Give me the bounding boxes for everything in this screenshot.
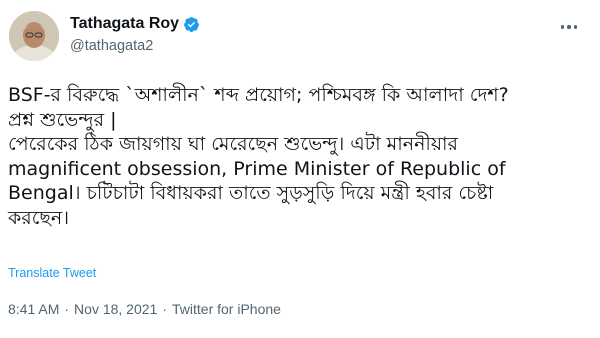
author-name[interactable]: Tathagata Roy (70, 15, 179, 33)
translate-tweet-link[interactable]: Translate Tweet (8, 266, 96, 280)
meta-separator: · (64, 301, 70, 317)
tweet-metadata: 8:41 AM · Nov 18, 2021 · Twitter for iPh… (8, 301, 281, 317)
tweet-line: BSF-র বিরুদ্ধে `অশালীন` শব্দ প্রয়োগ; পশ… (8, 84, 509, 106)
tweet-line: magnificent obsession, Prime Minister of… (8, 157, 506, 180)
tweet-line: Bengal। চটিচাটা বিধায়করা তাতে সুড়সুড়ি… (8, 182, 494, 204)
avatar-image (9, 11, 59, 61)
more-options-icon[interactable] (556, 18, 582, 36)
author-handle[interactable]: @tathagata2 (70, 38, 153, 54)
meta-separator: · (162, 301, 168, 317)
tweet-time[interactable]: 8:41 AM (8, 301, 59, 317)
author-name-row: Tathagata Roy (70, 15, 200, 33)
author-avatar[interactable] (9, 11, 59, 61)
tweet-line: প্রশ্ন শুভেন্দুর | (8, 108, 117, 131)
tweet-text: BSF-র বিরুদ্ধে `অশালীন` শব্দ প্রয়োগ; পশ… (8, 83, 593, 230)
verified-badge-icon (183, 16, 200, 33)
tweet-line: করছেন। (8, 206, 70, 229)
tweet-source[interactable]: Twitter for iPhone (172, 301, 281, 317)
tweet-date[interactable]: Nov 18, 2021 (74, 301, 157, 317)
tweet-line: পেরেকের ঠিক জায়গায় ঘা মেরেছেন শুভেন্দু… (8, 133, 458, 155)
